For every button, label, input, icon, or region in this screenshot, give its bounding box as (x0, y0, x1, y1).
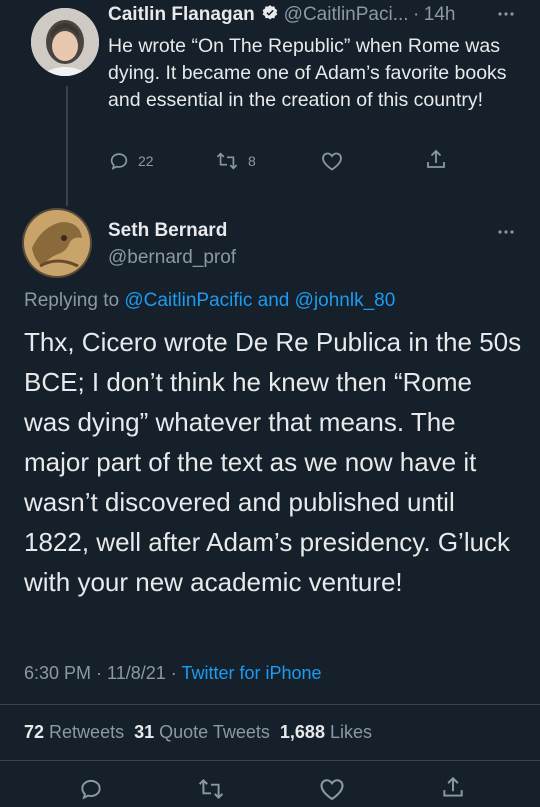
replying-to-label: Replying to (24, 290, 120, 311)
reply-and: and (257, 290, 290, 311)
parent-like-button[interactable] (320, 150, 344, 172)
main-tweet-text: Thx, Cicero wrote De Re Publica in the 5… (24, 327, 522, 597)
main-more-button[interactable] (496, 222, 516, 247)
quote-count: 31 (134, 722, 155, 742)
reply-user-link-2[interactable]: @johnlk_80 (295, 290, 396, 311)
reply-icon (81, 779, 101, 800)
main-share-button[interactable] (440, 774, 466, 807)
share-icon (443, 776, 463, 797)
main-author-name[interactable]: Seth Bernard (108, 220, 227, 242)
main-retweet-button[interactable] (196, 776, 226, 807)
parent-reply-button[interactable]: 22 (108, 150, 154, 172)
parent-share-button[interactable] (424, 148, 448, 172)
parent-more-icon[interactable] (496, 4, 516, 29)
verified-badge-icon (262, 5, 278, 20)
parent-avatar-image (31, 8, 99, 76)
main-reply-button[interactable] (78, 776, 104, 807)
tweet-stats: 72 Retweets 31 Quote Tweets 1,688 Likes (24, 722, 372, 743)
replying-to: Replying to @CaitlinPacific and @johnlk_… (24, 290, 395, 312)
tweet-metadata: 6:30 PM · 11/8/21 · Twitter for iPhone (24, 663, 322, 684)
parent-retweet-count: 8 (248, 153, 256, 169)
retweet-icon (198, 778, 224, 800)
retweet-count: 72 (24, 722, 45, 742)
retweet-icon (216, 152, 238, 170)
main-like-button[interactable] (318, 776, 346, 807)
like-count: 1,688 (279, 722, 325, 742)
more-icon (498, 230, 514, 234)
parent-author-handle[interactable]: @CaitlinPaci... (284, 4, 409, 25)
retweet-label: Retweets (49, 722, 125, 742)
main-author-handle[interactable]: @bernard_prof (108, 247, 236, 269)
share-icon (427, 149, 445, 168)
thread-line (66, 86, 68, 206)
tweet-timestamp[interactable]: 6:30 PM · 11/8/21 · (24, 663, 177, 683)
retweets-stat[interactable]: 72 Retweets (24, 722, 124, 742)
main-avatar[interactable] (22, 208, 92, 278)
divider-top (0, 704, 540, 705)
parent-sep: · (413, 4, 420, 25)
quote-tweets-stat[interactable]: 31 Quote Tweets (134, 722, 270, 742)
more-icon (498, 12, 514, 16)
parent-reply-count: 22 (138, 153, 154, 169)
like-icon (322, 152, 342, 171)
likes-stat[interactable]: 1,688 Likes (280, 722, 372, 742)
parent-author-name[interactable]: Caitlin Flanagan (108, 4, 255, 25)
reply-user-link-1[interactable]: @CaitlinPacific (124, 290, 252, 311)
main-avatar-image (22, 208, 92, 278)
divider-bottom (0, 760, 540, 761)
like-icon (320, 779, 344, 801)
quote-label: Quote Tweets (159, 722, 270, 742)
reply-icon (110, 153, 128, 170)
parent-avatar[interactable] (31, 8, 99, 76)
parent-header: Caitlin Flanagan @CaitlinPaci... · 14h (108, 4, 455, 26)
tweet-source[interactable]: Twitter for iPhone (181, 663, 321, 683)
parent-tweet-text: He wrote “On The Republic” when Rome was… (108, 35, 507, 111)
parent-retweet-button[interactable]: 8 (214, 150, 256, 172)
like-label: Likes (329, 722, 372, 742)
parent-time[interactable]: 14h (424, 4, 456, 25)
